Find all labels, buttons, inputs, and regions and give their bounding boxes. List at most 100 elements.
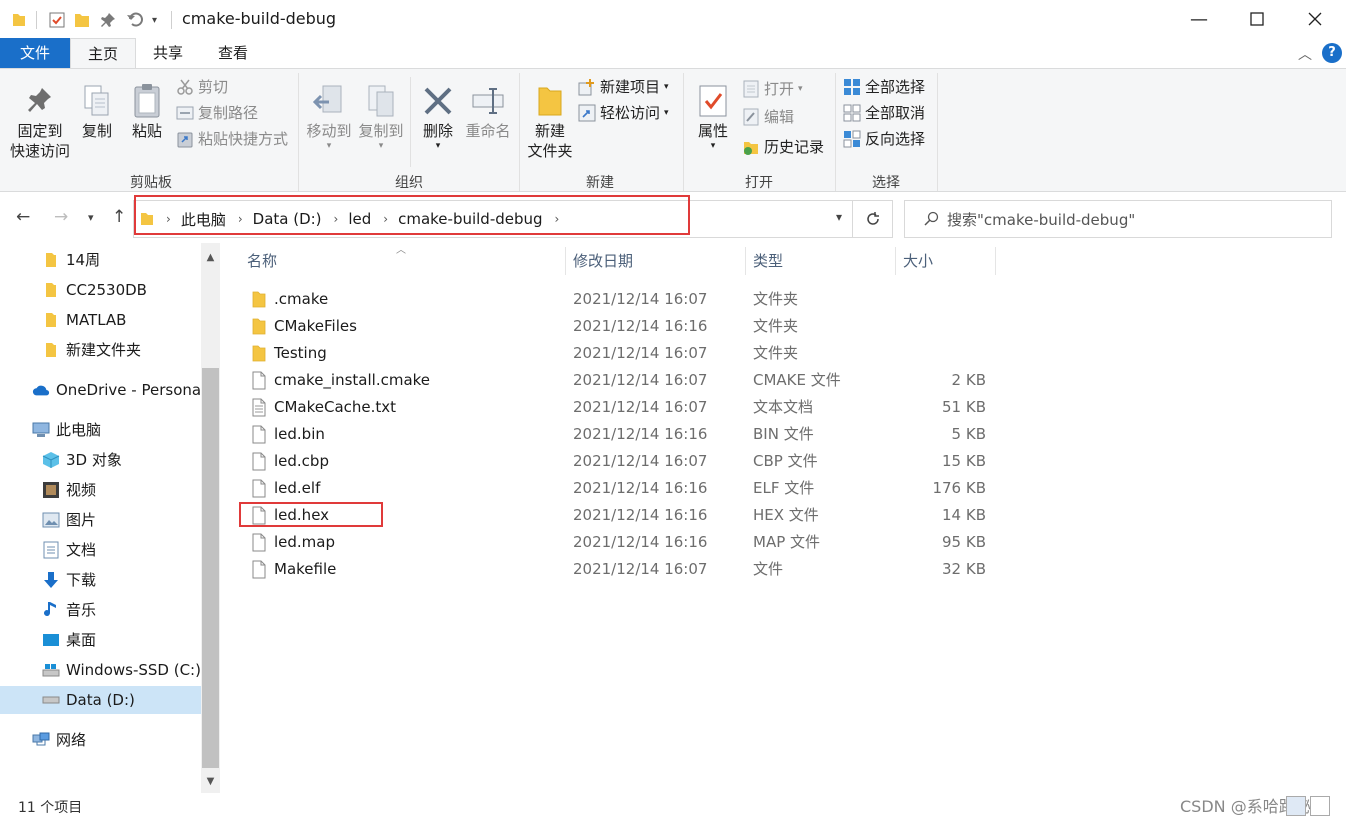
copy-path-button[interactable]: 复制路径 xyxy=(176,101,258,125)
chevron-right-icon[interactable]: › xyxy=(334,212,339,226)
file-row[interactable]: .cmake 2021/12/14 16:07 文件夹 xyxy=(238,286,998,313)
new-folder-button[interactable]: 新建 文件夹 xyxy=(524,81,576,161)
pin-quick-access-button[interactable]: 固定到 快速访问 xyxy=(6,81,74,161)
file-row[interactable]: CMakeFiles 2021/12/14 16:16 文件夹 xyxy=(238,313,998,340)
nav-item-music[interactable]: 音乐 xyxy=(42,596,96,624)
nav-item-documents[interactable]: 文档 xyxy=(42,536,96,564)
scroll-down-arrow-icon[interactable]: ▼ xyxy=(201,771,220,791)
tab-file[interactable]: 文件 xyxy=(0,38,70,68)
refresh-button[interactable] xyxy=(853,200,893,238)
file-row[interactable]: Testing 2021/12/14 16:07 文件夹 xyxy=(238,340,998,367)
breadcrumb-data-d[interactable]: Data (D:) xyxy=(253,210,322,228)
open-button[interactable]: 打开 ▾ xyxy=(742,77,803,101)
tab-view[interactable]: 查看 xyxy=(203,38,263,68)
new-folder-quick-icon[interactable] xyxy=(74,10,90,30)
close-button[interactable] xyxy=(1286,0,1344,38)
rename-icon xyxy=(462,81,514,121)
nav-item-new-folder[interactable]: 新建文件夹 xyxy=(42,336,141,364)
rename-button[interactable]: 重命名 xyxy=(462,81,514,141)
copy-to-button[interactable]: 复制到 ▾ xyxy=(356,81,406,151)
address-bar[interactable]: › 此电脑 › Data (D:) › led › cmake-build-de… xyxy=(133,200,853,238)
paste-button[interactable]: 粘贴 xyxy=(124,81,170,141)
column-header-type[interactable]: 类型 xyxy=(753,243,783,279)
file-row[interactable]: CMakeCache.txt 2021/12/14 16:07 文本文档 51 … xyxy=(238,394,998,421)
forward-arrow-icon[interactable]: → xyxy=(54,207,68,227)
nav-item-3d-objects[interactable]: 3D 对象 xyxy=(42,446,122,474)
folder-icon xyxy=(42,341,60,359)
file-icon xyxy=(252,425,266,444)
select-none-icon xyxy=(843,104,861,122)
column-header-date[interactable]: 修改日期 xyxy=(573,243,633,279)
recent-locations-chevron-icon[interactable]: ▾ xyxy=(88,211,94,224)
back-arrow-icon[interactable]: ← xyxy=(16,207,30,227)
cube-icon xyxy=(42,451,60,469)
history-button[interactable]: 历史记录 xyxy=(742,135,824,159)
cut-button[interactable]: 剪切 xyxy=(176,75,228,99)
properties-quick-icon[interactable] xyxy=(48,10,66,30)
easy-access-button[interactable]: 轻松访问 ▾ xyxy=(578,101,669,125)
file-row[interactable]: led.elf 2021/12/14 16:16 ELF 文件 176 KB xyxy=(238,475,998,502)
copy-button[interactable]: 复制 xyxy=(74,81,120,141)
nav-item-onedrive[interactable]: OneDrive - Personal xyxy=(32,376,205,404)
address-dropdown-icon[interactable]: ▾ xyxy=(836,210,842,224)
select-none-button[interactable]: 全部取消 xyxy=(843,101,925,125)
collapse-ribbon-icon[interactable]: ︿ xyxy=(1298,44,1312,64)
nav-item-pictures[interactable]: 图片 xyxy=(42,506,96,534)
search-input[interactable]: 搜索"cmake-build-debug" xyxy=(947,209,1135,230)
chevron-right-icon[interactable]: › xyxy=(555,212,560,226)
nav-item-videos[interactable]: 视频 xyxy=(42,476,96,504)
nav-item-14zhou[interactable]: 14周 xyxy=(42,246,100,274)
paste-shortcut-button[interactable]: 粘贴快捷方式 xyxy=(176,127,288,151)
up-arrow-icon[interactable]: ↑ xyxy=(112,207,126,227)
tab-home[interactable]: 主页 xyxy=(70,38,136,68)
breadcrumb-cmake-build-debug[interactable]: cmake-build-debug xyxy=(398,210,542,228)
breadcrumb-led[interactable]: led xyxy=(348,210,371,228)
nav-scrollbar-thumb[interactable] xyxy=(202,368,219,768)
column-header-size[interactable]: 大小 xyxy=(903,243,933,279)
help-icon[interactable]: ? xyxy=(1322,43,1342,63)
delete-button[interactable]: 删除 ▾ xyxy=(416,81,460,151)
file-row[interactable]: led.bin 2021/12/14 16:16 BIN 文件 5 KB xyxy=(238,421,998,448)
nav-item-desktop[interactable]: 桌面 xyxy=(42,626,96,654)
column-header-name[interactable]: 名称 xyxy=(247,243,277,279)
customize-quick-access-icon[interactable]: ▾ xyxy=(152,10,157,30)
edit-button[interactable]: 编辑 xyxy=(742,105,794,129)
maximize-button[interactable] xyxy=(1228,0,1286,38)
select-all-icon xyxy=(843,78,861,96)
nav-item-matlab[interactable]: MATLAB xyxy=(42,306,126,334)
tab-share[interactable]: 共享 xyxy=(138,38,198,68)
chevron-right-icon[interactable]: › xyxy=(166,212,171,226)
large-icons-view-button[interactable] xyxy=(1310,796,1330,816)
file-row[interactable]: Makefile 2021/12/14 16:07 文件 32 KB xyxy=(238,556,998,583)
scroll-up-arrow-icon[interactable]: ▲ xyxy=(201,247,220,267)
group-label-open: 打开 xyxy=(745,175,773,191)
file-row[interactable]: led.map 2021/12/14 16:16 MAP 文件 95 KB xyxy=(238,529,998,556)
pin-quick-icon[interactable] xyxy=(100,10,116,30)
breadcrumb-this-pc[interactable]: 此电脑 xyxy=(181,209,226,230)
music-icon xyxy=(42,601,60,619)
chevron-right-icon[interactable]: › xyxy=(238,212,243,226)
file-row[interactable]: cmake_install.cmake 2021/12/14 16:07 CMA… xyxy=(238,367,998,394)
search-box[interactable]: 搜索"cmake-build-debug" xyxy=(904,200,1332,238)
invert-selection-button[interactable]: 反向选择 xyxy=(843,127,925,151)
move-to-button[interactable]: 移动到 ▾ xyxy=(304,81,354,151)
nav-item-cc2530db[interactable]: CC2530DB xyxy=(42,276,147,304)
minimize-button[interactable]: — xyxy=(1170,0,1228,38)
easy-access-icon xyxy=(578,104,596,122)
file-row[interactable]: led.hex 2021/12/14 16:16 HEX 文件 14 KB xyxy=(238,502,998,529)
select-all-button[interactable]: 全部选择 xyxy=(843,75,925,99)
new-item-button[interactable]: 新建项目 ▾ xyxy=(578,75,669,99)
chevron-right-icon[interactable]: › xyxy=(383,212,388,226)
nav-item-downloads[interactable]: 下载 xyxy=(42,566,96,594)
cloud-icon xyxy=(32,381,50,399)
status-item-count: 11 个项目 xyxy=(18,800,83,816)
details-view-button[interactable] xyxy=(1286,796,1306,816)
nav-item-network[interactable]: 网络 xyxy=(32,726,86,754)
properties-button[interactable]: 属性 ▾ xyxy=(690,81,736,151)
folder-icon xyxy=(12,10,26,30)
nav-item-this-pc[interactable]: 此电脑 xyxy=(32,416,101,444)
nav-item-data-d[interactable]: Data (D:) xyxy=(0,686,201,714)
undo-quick-icon[interactable] xyxy=(126,10,144,30)
nav-item-windows-ssd[interactable]: Windows-SSD (C:) xyxy=(42,656,201,684)
file-row[interactable]: led.cbp 2021/12/14 16:07 CBP 文件 15 KB xyxy=(238,448,998,475)
